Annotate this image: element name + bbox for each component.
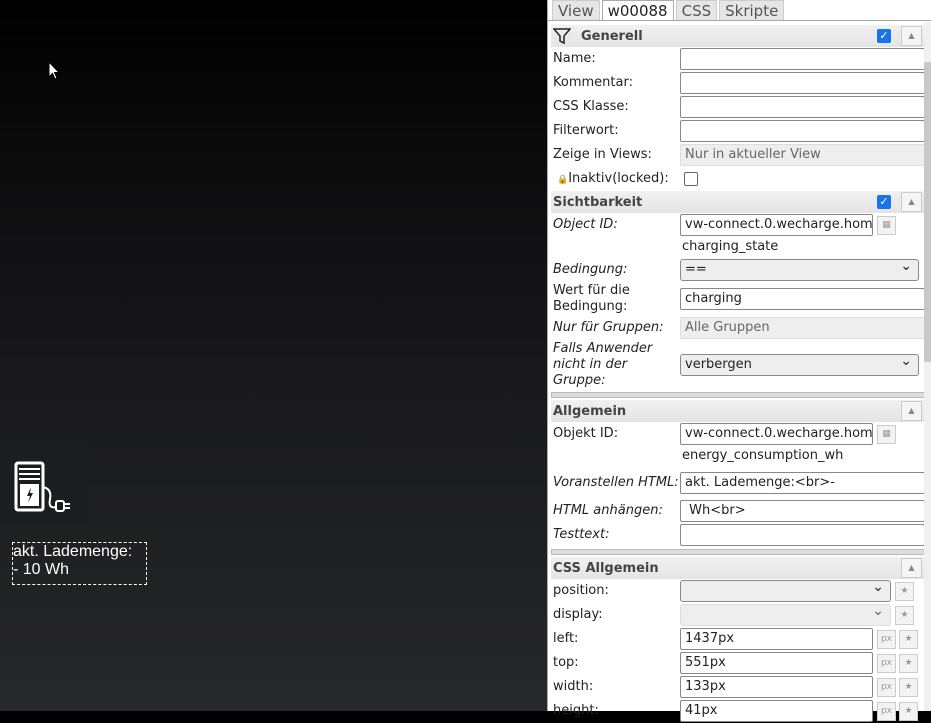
css-klasse-input[interactable] <box>680 96 925 118</box>
bedingung-select[interactable]: == <box>680 259 919 281</box>
zeige-in-views-select[interactable]: Nur in aktueller View <box>680 144 925 166</box>
star-icon[interactable]: ★ <box>899 629 918 649</box>
top-label: top: <box>553 655 579 670</box>
objekt-id-input[interactable]: vw-connect.0.wecharge.home <box>680 423 873 445</box>
unit-button[interactable]: px <box>877 653 896 673</box>
section-title: CSS Allgemein <box>553 560 659 576</box>
tab-skripte[interactable]: Skripte <box>719 0 785 20</box>
star-icon[interactable]: ★ <box>899 701 918 721</box>
tab-widget[interactable]: w00088 <box>601 0 674 20</box>
charging-station-widget[interactable] <box>0 437 88 525</box>
gruppen-select[interactable]: Alle Gruppen <box>680 317 925 339</box>
star-icon[interactable]: ★ <box>895 605 914 625</box>
section-title: Allgemein <box>553 403 627 419</box>
filter-icon[interactable] <box>553 27 571 45</box>
attributes-panel: View w00088 CSS Skripte Generell ✓ ▲ Nam… <box>547 0 931 722</box>
section-sichtbarkeit-header[interactable]: Sichtbarkeit ✓ ▲ <box>551 191 925 213</box>
anhaengen-input[interactable]: Wh<br> <box>680 500 925 522</box>
object-id-label: Object ID: <box>553 217 618 232</box>
wert-input[interactable]: charging <box>680 288 925 310</box>
testtext-input[interactable] <box>680 524 925 546</box>
falls-label: Falls Anwender nicht in der Gruppe: <box>553 341 653 388</box>
collapse-button[interactable]: ▲ <box>901 558 922 578</box>
section-generell-checkbox[interactable]: ✓ <box>877 29 891 43</box>
falls-select[interactable]: verbergen <box>680 354 919 376</box>
width-label: width: <box>553 679 594 694</box>
star-icon[interactable]: ★ <box>899 653 918 673</box>
filterwort-input[interactable] <box>680 120 925 142</box>
kommentar-label: Kommentar: <box>553 75 633 90</box>
star-icon[interactable]: ★ <box>895 581 914 601</box>
left-input[interactable]: 1437px <box>680 628 873 650</box>
kommentar-input[interactable] <box>680 72 925 94</box>
widget-text-line2: - 10 Wh <box>13 561 70 578</box>
section-sichtbarkeit-checkbox[interactable]: ✓ <box>877 195 891 209</box>
position-select[interactable] <box>680 580 891 602</box>
inaktiv-label: 🔒Inaktiv(locked): <box>557 170 669 186</box>
unit-button[interactable]: px <box>877 701 896 721</box>
gruppen-label: Nur für Gruppen: <box>553 320 664 335</box>
object-id-browse-button[interactable]: ▦ <box>877 215 896 235</box>
testtext-label: Testtext: <box>553 527 610 542</box>
section-allgemein-header[interactable]: Allgemein ▲ <box>551 400 925 422</box>
scrollbar-thumb[interactable] <box>924 62 931 362</box>
collapse-button[interactable]: ▲ <box>901 401 922 421</box>
left-label: left: <box>553 631 579 646</box>
panel-tabs: View w00088 CSS Skripte <box>548 0 931 21</box>
css-klasse-label: CSS Klasse: <box>553 99 629 114</box>
panel-scrollbar[interactable] <box>924 22 931 711</box>
tab-css[interactable]: CSS <box>675 0 718 20</box>
widget-text-line1: akt. Lademenge: <box>13 543 133 560</box>
unit-button[interactable]: px <box>877 677 896 697</box>
name-input[interactable] <box>680 48 925 70</box>
voranstellen-label: Voranstellen HTML: <box>553 475 679 490</box>
position-label: position: <box>553 583 609 598</box>
section-divider <box>551 392 925 398</box>
objekt-id-browse-button[interactable]: ▦ <box>877 424 896 444</box>
objekt-id-name: energy_consumption_wh <box>682 448 844 463</box>
filterwort-label: Filterwort: <box>553 123 619 138</box>
top-input[interactable]: 551px <box>680 652 873 674</box>
height-input[interactable]: 41px <box>680 700 873 722</box>
mouse-cursor-icon <box>48 61 60 80</box>
charging-station-icon <box>14 461 70 512</box>
height-label: height: <box>553 703 599 718</box>
display-label: display: <box>553 607 603 622</box>
section-css-header[interactable]: CSS Allgemein ▲ <box>551 557 925 579</box>
inaktiv-checkbox[interactable] <box>684 172 698 186</box>
name-label: Name: <box>553 51 596 66</box>
zeige-label: Zeige in Views: <box>553 147 652 162</box>
section-title: Generell <box>581 28 643 44</box>
objekt-id-label: Objekt ID: <box>553 426 619 441</box>
object-id-input[interactable]: vw-connect.0.wecharge.home <box>680 214 873 236</box>
section-generell-header[interactable]: Generell ✓ ▲ <box>551 25 925 47</box>
lock-icon: 🔒 <box>557 174 569 185</box>
wert-label: Wert für die Bedingung: <box>553 283 630 314</box>
width-input[interactable]: 133px <box>680 676 873 698</box>
section-divider <box>551 549 925 555</box>
star-icon[interactable]: ★ <box>899 677 918 697</box>
unit-button[interactable]: px <box>877 629 896 649</box>
view-canvas[interactable]: akt. Lademenge: - 10 Wh <box>0 0 547 711</box>
anhaengen-label: HTML anhängen: <box>553 503 663 518</box>
bedingung-label: Bedingung: <box>553 262 628 277</box>
collapse-button[interactable]: ▲ <box>901 26 922 46</box>
display-select[interactable] <box>680 604 891 626</box>
tab-view[interactable]: View <box>552 0 600 20</box>
collapse-button[interactable]: ▲ <box>901 192 922 212</box>
voranstellen-input[interactable]: akt. Lademenge:<br>- <box>680 472 925 494</box>
object-id-name: charging_state <box>682 239 779 254</box>
selected-text-widget[interactable]: akt. Lademenge: - 10 Wh <box>12 542 147 585</box>
section-title: Sichtbarkeit <box>553 194 643 210</box>
